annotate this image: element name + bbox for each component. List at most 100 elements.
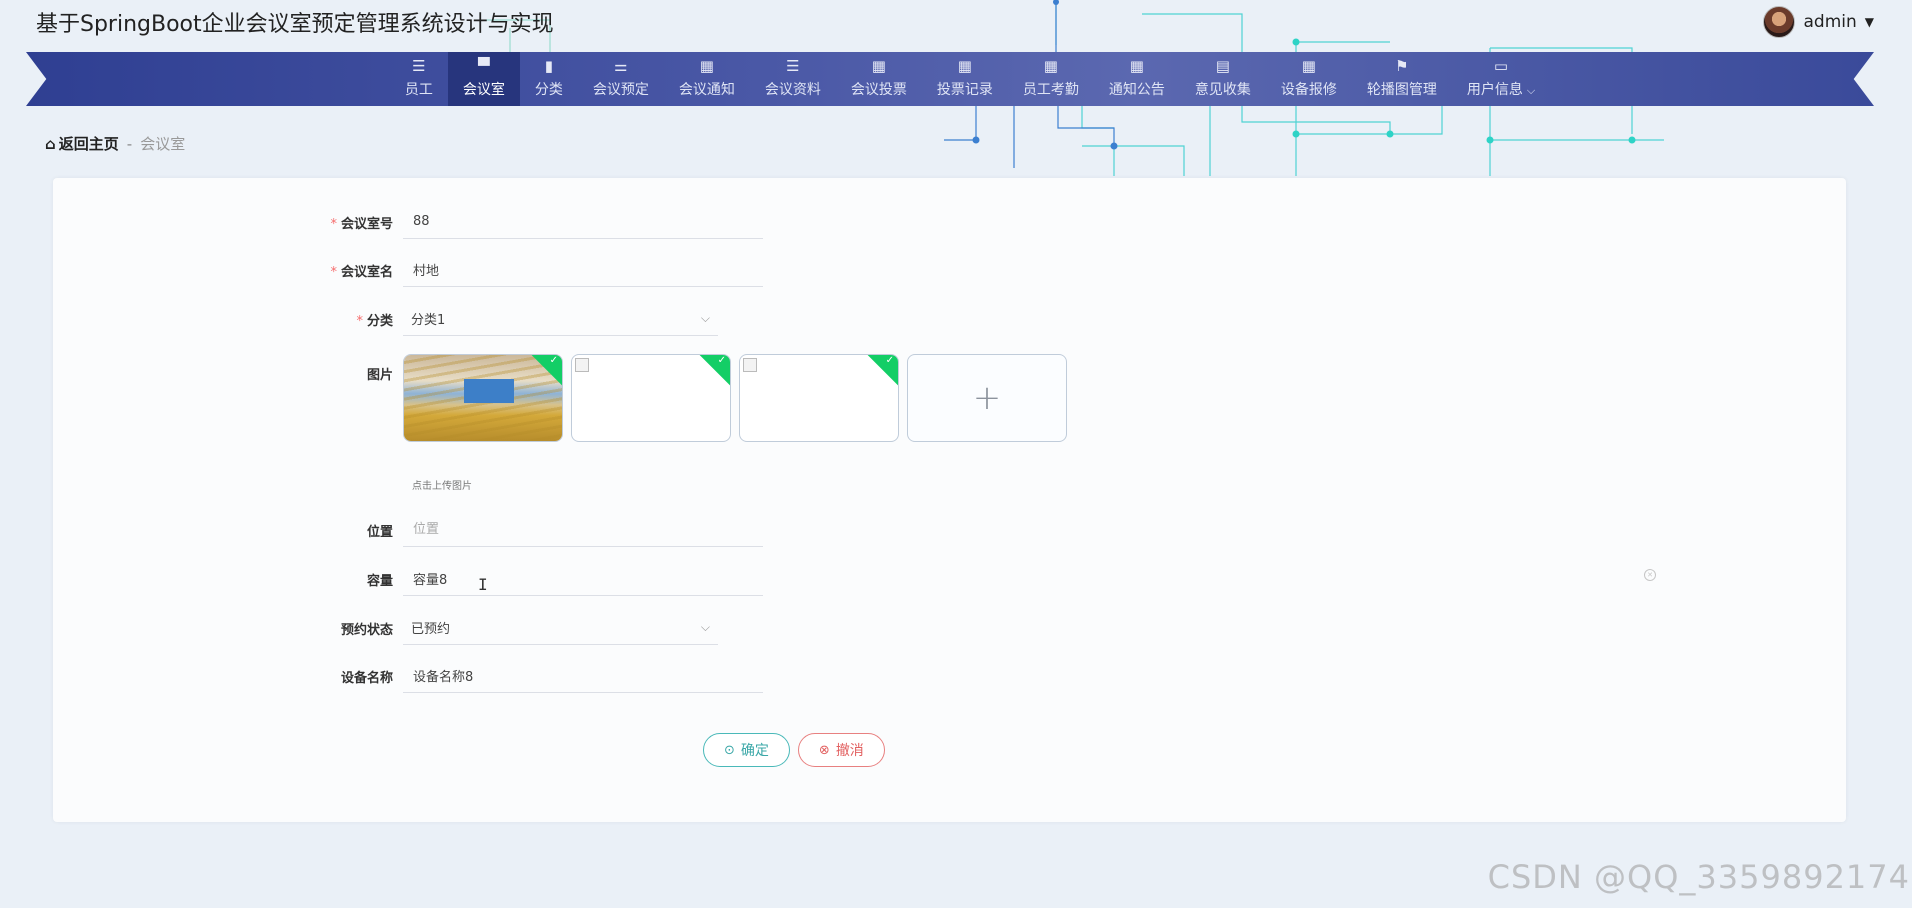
username[interactable]: admin [1803, 12, 1856, 32]
nav-item-label: 轮播图管理 [1366, 82, 1437, 98]
status-label: 预约状态 [340, 622, 393, 638]
list-icon: ☰ [412, 57, 426, 75]
nav-item-0[interactable]: ☰ 员工 [390, 52, 448, 106]
nav-item-label: 员工考勤 [1022, 82, 1079, 98]
close-icon[interactable]: ✕ [1644, 569, 1656, 581]
cancel-button[interactable]: ⊗ 撤消 [797, 733, 885, 767]
grid-icon: ▦ [1043, 57, 1058, 75]
add-image-button[interactable]: + [907, 354, 1067, 442]
nav-item-7[interactable]: ▦ 投票记录 [922, 52, 1008, 106]
app-title: 基于SpringBoot企业会议室预定管理系统设计与实现 [36, 12, 554, 37]
check-icon: ✓ [885, 355, 894, 366]
location-label: 位置 [366, 524, 393, 540]
nav-item-label: 分类 [534, 82, 563, 98]
grid-icon: ▦ [957, 57, 972, 75]
room-no-input[interactable] [403, 205, 763, 239]
grid-icon: ▦ [1301, 57, 1316, 75]
form-row-category: * 分类 分类1 ⌵ [53, 302, 718, 336]
flag-icon: ⚑ [1395, 57, 1409, 75]
chair-icon: ▀ [478, 57, 490, 75]
form-row-device: 设备名称 [53, 659, 763, 693]
status-value: 已预约 [411, 622, 451, 637]
form-row-capacity: 容量 [53, 562, 763, 596]
nav-item-1[interactable]: ▀ 会议室 [447, 52, 520, 106]
image-label: 图片 [366, 368, 393, 383]
nav-item-2[interactable]: ▮ 分类 [520, 52, 578, 106]
form-actions: ⊙ 确定 ⊗ 撤消 [703, 733, 885, 767]
capacity-input[interactable] [403, 562, 763, 596]
form-row-status: 预约状态 已预约 ⌵ [53, 611, 718, 645]
text-cursor-icon: I [478, 575, 488, 594]
form-row-image: 图片 ✓ ✓ ✓ + [53, 354, 1067, 442]
uploaded-image-1[interactable]: ✓ [403, 354, 563, 442]
image-upload-list: ✓ ✓ ✓ + [403, 354, 1067, 442]
category-label: 分类 [366, 313, 393, 329]
nav-item-10[interactable]: ▤ 意见收集 [1180, 52, 1266, 106]
grid-icon: ▦ [871, 57, 886, 75]
breadcrumb-separator: - [126, 134, 133, 153]
room-no-label: 会议室号 [340, 216, 393, 232]
nav-item-label: 员工 [404, 82, 433, 98]
user-menu[interactable]: admin ▼ [1763, 6, 1874, 38]
chevron-down-icon: ⌵ [700, 620, 710, 634]
avatar[interactable] [1763, 6, 1796, 38]
required-mark: * [330, 264, 337, 280]
main-nav: ☰ 员工 ▀ 会议室 ▮ 分类 ⚌ 会议预定 ▦ 会议通知 ☰ 会议资料 ▦ 会议投票 ▦ 投票记录 ▦ 员工考勤… [26, 52, 1874, 106]
capacity-label: 容量 [366, 573, 393, 589]
nav-item-13[interactable]: ▭ 用户信息 ⌵ [1452, 52, 1550, 106]
chevron-down-icon: ⌵ [1526, 84, 1536, 97]
caret-down-icon[interactable]: ▼ [1865, 15, 1874, 29]
grid-icon: ▦ [1129, 57, 1144, 75]
check-circle-icon: ⊙ [724, 742, 735, 758]
breadcrumb: ⌂ 返回主页 - 会议室 [45, 133, 185, 154]
nav-item-label: 会议资料 [764, 82, 821, 98]
watermark: CSDN @QQ_3359892174 [1487, 858, 1910, 896]
breadcrumb-home[interactable]: ⌂ 返回主页 [45, 133, 119, 154]
form-row-location: 位置 [53, 513, 763, 547]
nav-item-9[interactable]: ▦ 通知公告 [1094, 52, 1180, 106]
nav-item-label: 用户信息 [1466, 82, 1523, 98]
nav-item-11[interactable]: ▦ 设备报修 [1266, 52, 1352, 106]
required-mark: * [356, 313, 363, 329]
card-icon: ▭ [1493, 57, 1509, 75]
meeting-room-photo [404, 355, 562, 441]
list-icon: ☰ [786, 57, 800, 75]
check-icon: ✓ [549, 355, 558, 366]
confirm-button[interactable]: ⊙ 确定 [703, 733, 790, 767]
cancel-label: 撤消 [835, 743, 864, 759]
breadcrumb-current: 会议室 [140, 135, 186, 153]
confirm-label: 确定 [740, 743, 769, 759]
home-icon: ⌂ [45, 134, 56, 153]
required-mark: * [330, 216, 337, 232]
breadcrumb-home-label[interactable]: 返回主页 [59, 133, 119, 154]
nav-item-8[interactable]: ▦ 员工考勤 [1008, 52, 1094, 106]
nav-item-label: 会议投票 [850, 82, 907, 98]
category-select[interactable]: 分类1 ⌵ [403, 302, 718, 336]
nav-item-label: 会议通知 [678, 82, 735, 98]
upload-tip: 点击上传图片 [412, 481, 472, 492]
room-name-input[interactable] [403, 253, 763, 287]
uploaded-image-2[interactable]: ✓ [571, 354, 731, 442]
nav-item-label: 意见收集 [1194, 82, 1251, 98]
sliders-icon: ⚌ [614, 57, 628, 75]
grid-icon: ▦ [699, 57, 714, 75]
nav-item-3[interactable]: ⚌ 会议预定 [578, 52, 664, 106]
nav-item-6[interactable]: ▦ 会议投票 [836, 52, 922, 106]
form-row-room-name: * 会议室名 [53, 253, 763, 287]
nav-item-12[interactable]: ⚑ 轮播图管理 [1352, 52, 1452, 106]
nav-item-label: 通知公告 [1108, 82, 1165, 98]
status-select[interactable]: 已预约 ⌵ [403, 611, 718, 645]
nav-item-4[interactable]: ▦ 会议通知 [664, 52, 750, 106]
device-input[interactable] [403, 659, 763, 693]
location-input[interactable] [403, 513, 763, 547]
nav-items: ☰ 员工 ▀ 会议室 ▮ 分类 ⚌ 会议预定 ▦ 会议通知 ☰ 会议资料 ▦ 会议投票 ▦ 投票记录 ▦ 员工考勤… [390, 52, 1550, 106]
nav-item-5[interactable]: ☰ 会议资料 [750, 52, 836, 106]
uploaded-image-3[interactable]: ✓ [739, 354, 899, 442]
device-label: 设备名称 [340, 670, 393, 686]
room-name-label: 会议室名 [340, 264, 393, 280]
chevron-down-icon: ⌵ [700, 311, 710, 325]
edit-form-card: *会议室号 *会议室名 *分类 分类1 ⌵ 图片 ✓ ✓ [53, 178, 1846, 822]
broken-image-icon [743, 358, 757, 372]
nav-item-label: 会议预定 [592, 82, 649, 98]
check-icon: ✓ [717, 355, 726, 366]
